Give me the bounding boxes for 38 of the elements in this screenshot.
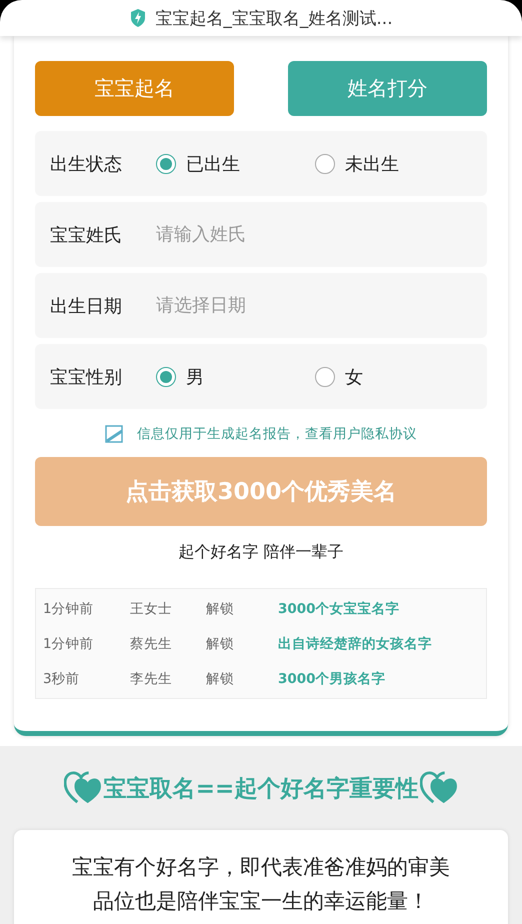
section-heading: 宝宝取名==起个好名字重要性 — [104, 774, 418, 804]
radio-icon[interactable] — [156, 366, 176, 386]
page-title: 宝宝起名_宝宝取名_姓名测试... — [155, 8, 393, 30]
field-label: 宝宝性别 — [50, 366, 123, 388]
intro-text: 宝宝有个好名字，即代表准爸准妈的审美品位也是陪伴宝宝一生的幸运能量！ — [71, 854, 451, 915]
field-label: 出生日期 — [50, 294, 123, 318]
time-text: 1分钟前 — [43, 634, 95, 652]
item-link[interactable]: 出自诗经楚辞的女孩名字 — [278, 634, 432, 652]
action-text: 解锁 — [206, 670, 235, 688]
time-text: 3秒前 — [43, 670, 81, 688]
checkbox[interactable] — [105, 425, 123, 443]
item-link[interactable]: 3000个女宝宝名字 — [278, 600, 400, 618]
slogan-text: 起个好名字 陪伴一辈子 — [177, 542, 345, 563]
user-name: 王女士 — [130, 600, 173, 618]
hearts-icon — [64, 771, 102, 805]
user-name: 蔡先生 — [130, 634, 173, 652]
radio-icon[interactable] — [315, 154, 335, 174]
radio-option[interactable]: 已出生 — [156, 152, 315, 176]
radio-icon[interactable] — [156, 154, 176, 174]
tab[interactable]: 姓名打分 — [288, 61, 487, 116]
action-text: 解锁 — [206, 634, 235, 652]
radio-option[interactable]: 未出生 — [315, 152, 474, 176]
field-label: 宝宝姓氏 — [50, 224, 123, 246]
item-link[interactable]: 3000个男孩名字 — [278, 670, 386, 688]
radio-option[interactable]: 女 — [315, 364, 474, 388]
input-field[interactable]: 请选择日期 — [156, 295, 456, 316]
time-text: 1分钟前 — [43, 600, 95, 618]
radio-option[interactable]: 男 — [156, 364, 315, 388]
action-text: 解锁 — [206, 600, 235, 618]
user-name: 李先生 — [130, 670, 173, 688]
hearts-icon — [420, 771, 458, 805]
tab[interactable]: 宝宝起名 — [35, 61, 234, 116]
submit-button[interactable]: 点击获取3000个优秀美名 — [35, 457, 487, 526]
field-label: 出生状态 — [50, 152, 123, 176]
radio-icon[interactable] — [315, 366, 335, 386]
input-field[interactable]: 请输入姓氏 — [156, 224, 456, 245]
shield-icon — [129, 8, 148, 28]
agreement-text: 信息仅用于生成起名报告，查看用户隐私协议 — [137, 425, 417, 443]
